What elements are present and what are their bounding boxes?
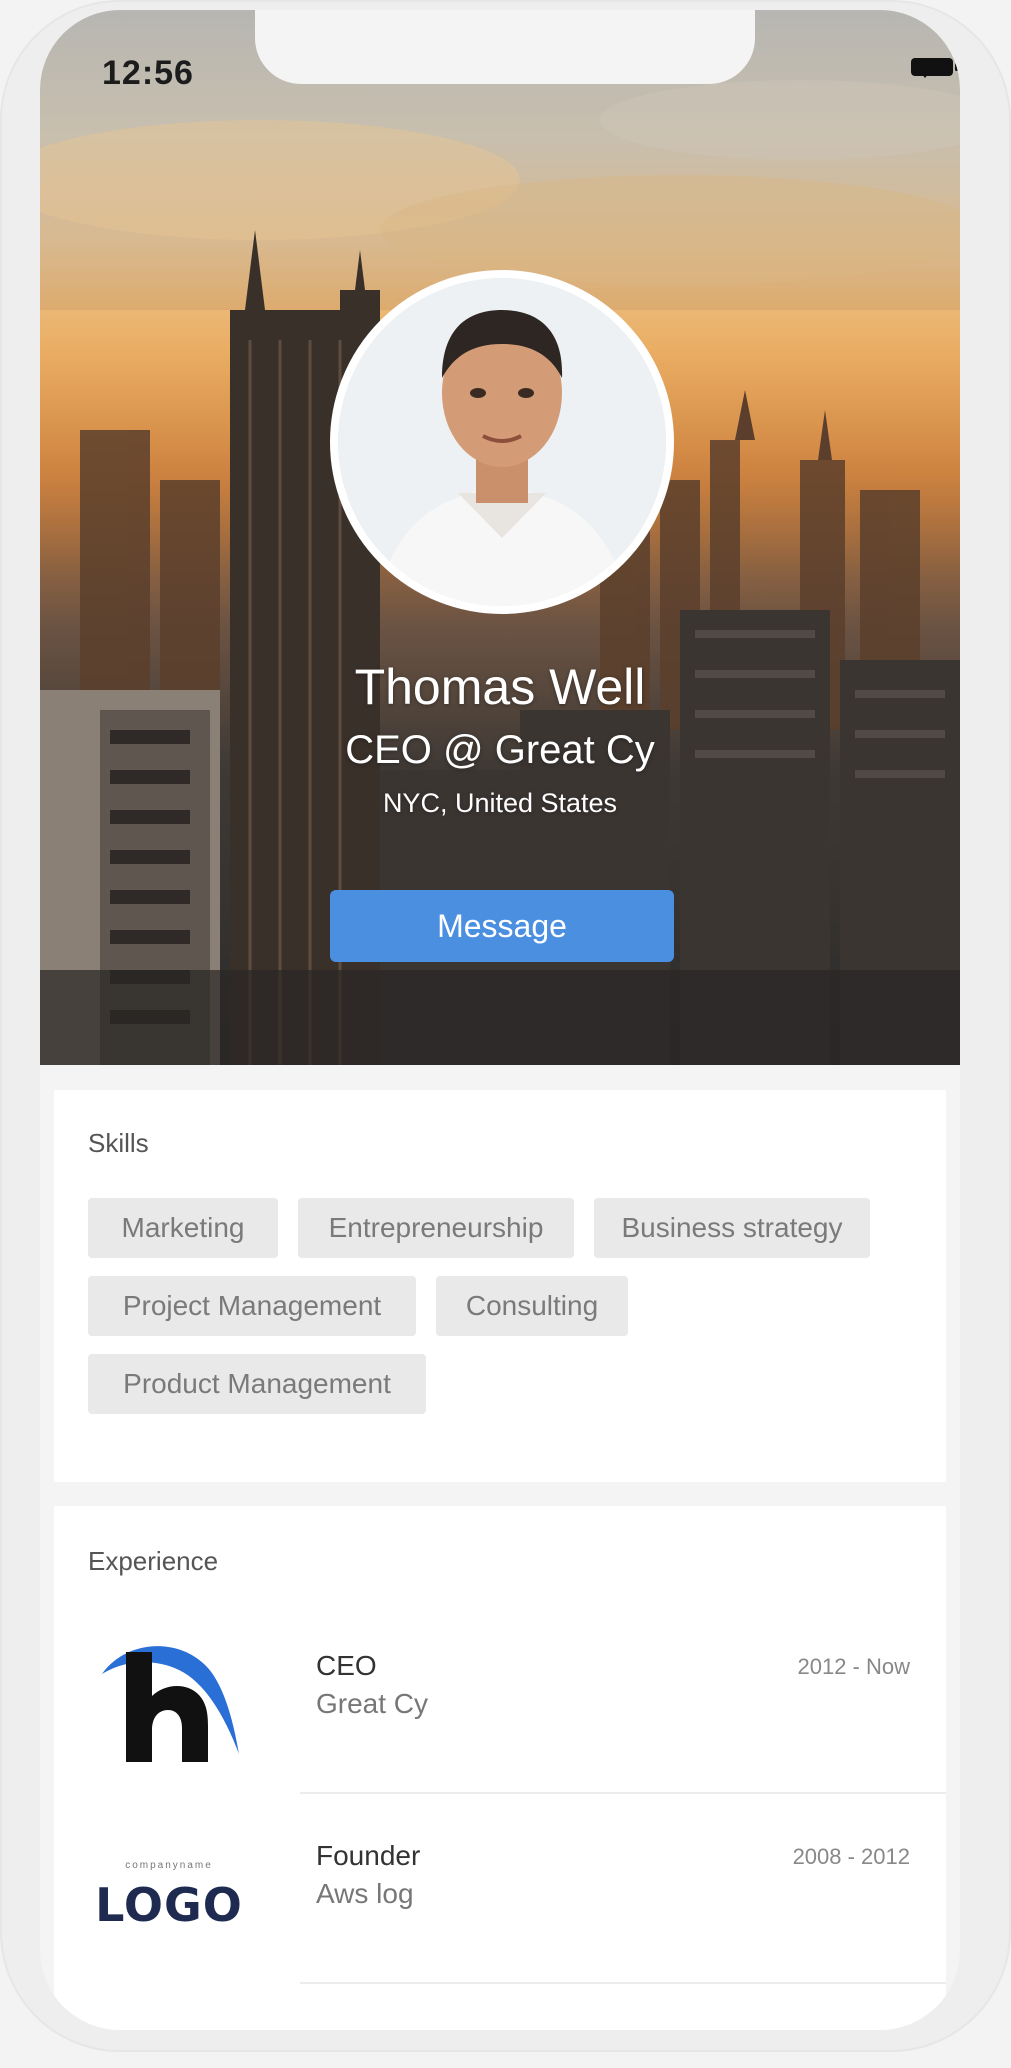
experience-role: CEO [316,1650,377,1681]
profile-name: Thomas Well [354,659,646,715]
status-time: 12:56 [102,54,194,92]
logo-tagline: companyname [94,1860,244,1871]
skills-title: Skills [88,1128,149,1158]
logo-tagline-text: companyname [125,1860,213,1871]
skill-chip[interactable]: Business strategy [594,1198,870,1258]
experience-company: Aws log [316,1878,414,1909]
skill-chip[interactable]: Consulting [436,1276,628,1336]
profile-title: CEO @ Great Cy [345,728,655,772]
page: 12:56 Thomas Well CEO @ Great Cy NYC, Un… [0,0,1011,2068]
battery-icon [911,58,959,76]
avatar-photo [338,278,666,606]
logo-wordmark: companyname LOGO [94,1860,244,1950]
experience-dates: 2008 - 2012 [792,1844,910,1869]
profile-header: 12:56 Thomas Well CEO @ Great Cy NYC, Un… [40,10,960,1065]
experience-role: Founder [316,1840,421,1871]
skill-chip[interactable]: Project Management [88,1276,416,1336]
experience-dates: 2012 - Now [797,1654,910,1679]
experience-divider [300,1792,946,1794]
h-logo-icon [102,1646,239,1762]
message-button[interactable]: Message [330,890,674,962]
experience-company: Great Cy [316,1688,429,1719]
skills-card: Skills Marketing Entrepreneurship Busine… [54,1090,946,1482]
experience-item[interactable]: CEO Great Cy 2012 - Now [54,1614,946,1804]
skill-chip[interactable]: Product Management [88,1354,426,1414]
logo-text: LOGO [95,1878,243,1932]
experience-divider [300,1982,946,1984]
experience-item[interactable]: companyname LOGO Founder Aws log 2008 - … [54,1804,946,1994]
experience-title: Experience [88,1546,219,1576]
screen: 12:56 Thomas Well CEO @ Great Cy NYC, Un… [40,10,960,2030]
phone-frame: 12:56 Thomas Well CEO @ Great Cy NYC, Un… [0,0,1011,2052]
experience-card: Experience CEO Great Cy 2012 - Now compa… [54,1506,946,2030]
skill-chip[interactable]: Entrepreneurship [298,1198,574,1258]
skill-chip[interactable]: Marketing [88,1198,278,1258]
device-notch [255,10,755,84]
profile-location: NYC, United States [382,788,618,818]
avatar [330,270,674,614]
